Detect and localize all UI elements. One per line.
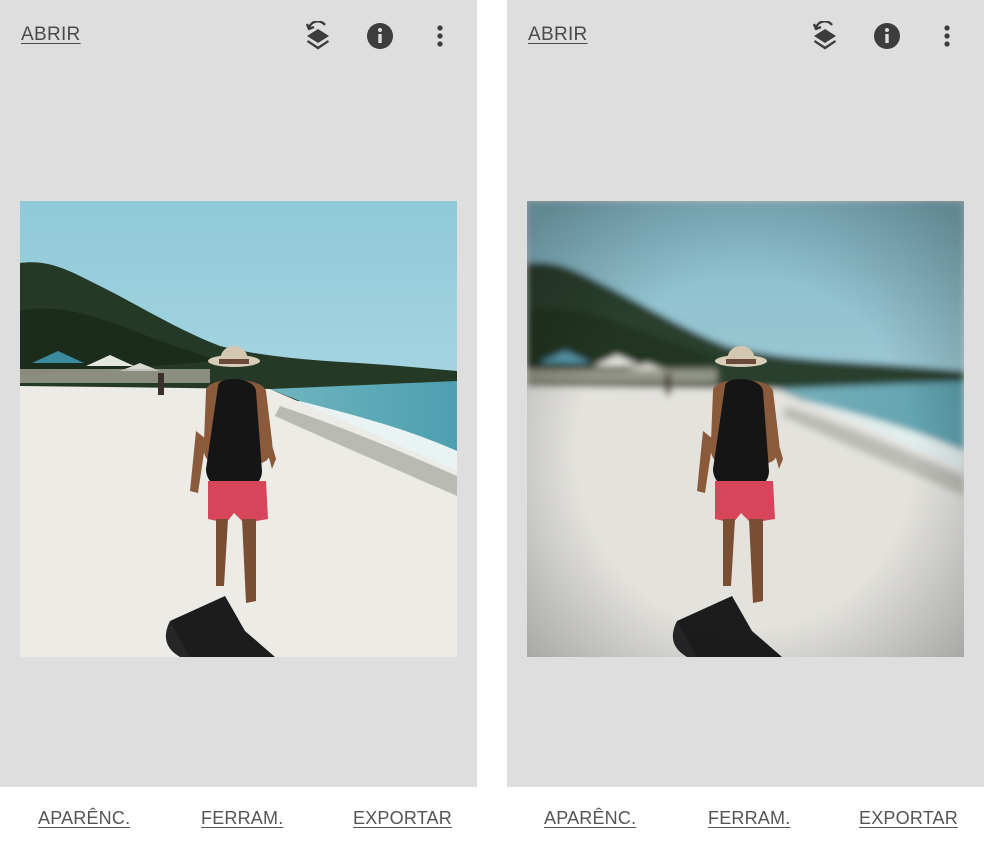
beach-photo [20, 201, 457, 657]
top-bar: ABRIR [507, 0, 984, 72]
nav-tools[interactable]: FERRAM. [708, 808, 790, 829]
layers-history-icon[interactable] [300, 18, 336, 54]
nav-export[interactable]: EXPORTAR [353, 808, 452, 829]
beach-photo-blurred [527, 201, 964, 657]
info-icon[interactable] [869, 18, 905, 54]
open-button[interactable]: ABRIR [528, 24, 588, 46]
bottom-nav: APARÊNC. FERRAM. EXPORTAR [507, 787, 984, 847]
bottom-nav: APARÊNC. FERRAM. EXPORTAR [0, 787, 477, 847]
open-button[interactable]: ABRIR [21, 24, 81, 46]
nav-tools[interactable]: FERRAM. [201, 808, 283, 829]
top-bar: ABRIR [0, 0, 477, 72]
comparison-stage: ABRIR APARÊNC. FERRAM. EXPORTAR ABRIR AP… [0, 0, 984, 847]
editor-screen-lens-blur: ABRIR APARÊNC. FERRAM. EXPORTAR [507, 0, 984, 847]
nav-looks[interactable]: APARÊNC. [544, 808, 636, 829]
info-icon[interactable] [362, 18, 398, 54]
more-vert-icon[interactable] [929, 18, 965, 54]
nav-looks[interactable]: APARÊNC. [38, 808, 130, 829]
editor-screen-original: ABRIR APARÊNC. FERRAM. EXPORTAR [0, 0, 477, 847]
more-vert-icon[interactable] [422, 18, 458, 54]
layers-history-icon[interactable] [807, 18, 843, 54]
nav-export[interactable]: EXPORTAR [859, 808, 958, 829]
